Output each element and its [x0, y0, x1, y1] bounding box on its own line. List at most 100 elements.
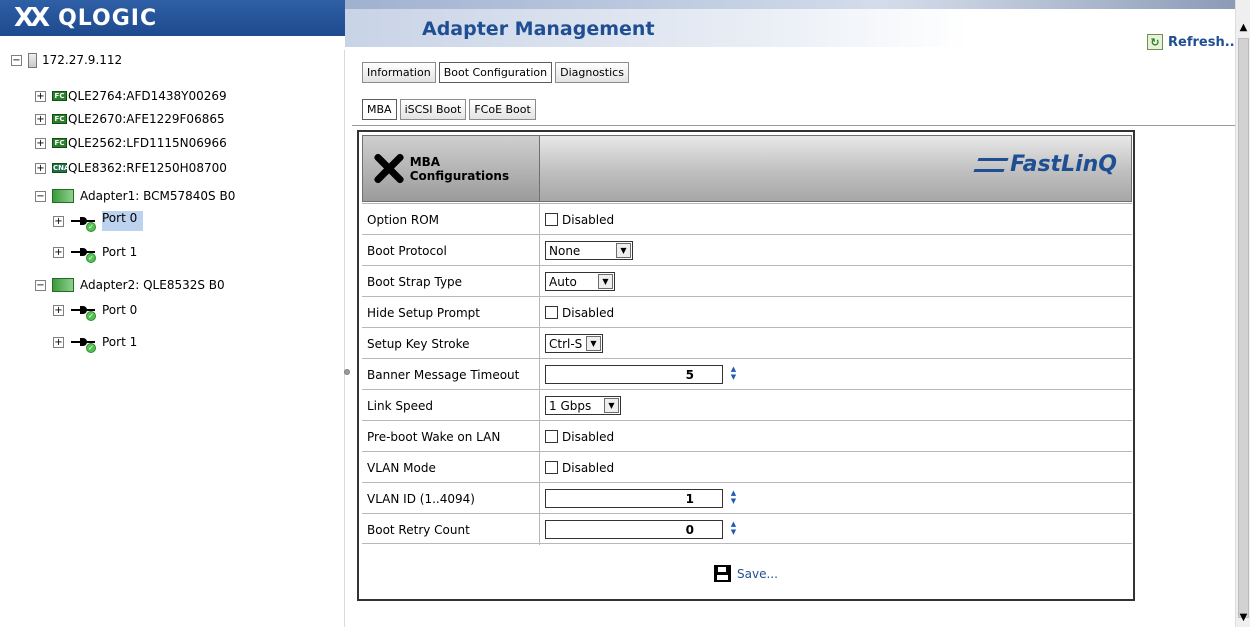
tree-adapter-2[interactable]: + FC QLE2670:AFE1229F06865: [35, 109, 225, 129]
top-bar: XX QLOGIC Adapter Management ↻ Refresh..…: [0, 0, 1250, 50]
wrench-screwdriver-icon: [369, 150, 406, 188]
vlan-mode-label: VLAN Mode: [362, 452, 540, 483]
boot-protocol-select[interactable]: None ▼: [545, 241, 633, 260]
expand-icon[interactable]: +: [53, 215, 64, 227]
boot-strap-type-label: Boot Strap Type: [362, 266, 540, 297]
banner-message-timeout-label: Banner Message Timeout: [362, 359, 540, 390]
tree-adapter-3[interactable]: + FC QLE2562:LFD1115N06966: [35, 133, 227, 153]
panel-collapse-handle[interactable]: [344, 369, 350, 375]
collapse-icon[interactable]: −: [35, 279, 46, 291]
subtab-mba[interactable]: MBA: [362, 99, 397, 120]
boot-strap-type-select[interactable]: Auto ▼: [545, 272, 615, 291]
config-header: MBA Configurations FastLinQ: [362, 135, 1132, 202]
adapter-card-icon: [52, 189, 74, 203]
spin-down-icon[interactable]: ▼: [727, 528, 740, 537]
row-vlan-mode: VLAN Mode Disabled: [362, 451, 1132, 483]
chevron-down-icon[interactable]: ▼: [604, 398, 619, 413]
banner-message-timeout-spinner[interactable]: ▲ ▼: [727, 364, 740, 383]
expand-icon[interactable]: +: [35, 90, 46, 102]
preboot-wol-checkbox-group[interactable]: Disabled: [545, 430, 614, 444]
vlan-id-spinner[interactable]: ▲ ▼: [727, 488, 740, 507]
boot-protocol-label: Boot Protocol: [362, 235, 540, 266]
row-setup-key-stroke: Setup Key Stroke Ctrl-S ▼: [362, 327, 1132, 359]
tree-adapter-1[interactable]: + FC QLE2764:AFD1438Y00269: [35, 86, 227, 106]
expand-icon[interactable]: +: [53, 304, 64, 316]
spin-up-icon[interactable]: ▲: [727, 364, 740, 373]
vlan-id-label: VLAN ID (1..4094): [362, 483, 540, 514]
scroll-up-icon[interactable]: ▲: [1236, 20, 1250, 35]
save-disk-icon: [714, 565, 731, 582]
mba-config-panel: MBA Configurations FastLinQ Option ROM D…: [357, 130, 1135, 601]
expand-icon[interactable]: +: [53, 336, 64, 348]
title-stripe: [345, 0, 1235, 9]
tab-boot-configuration[interactable]: Boot Configuration: [438, 62, 553, 83]
tree-adapter2-port0[interactable]: + ✓ Port 0: [53, 300, 138, 321]
link-speed-select[interactable]: 1 Gbps ▼: [545, 396, 621, 415]
tree-adapter-label: QLE2670:AFE1229F06865: [68, 112, 225, 126]
tree-adapter-label: QLE8362:RFE1250H08700: [68, 161, 227, 175]
spin-up-icon[interactable]: ▲: [727, 488, 740, 497]
row-boot-strap-type: Boot Strap Type Auto ▼: [362, 265, 1132, 297]
expand-icon[interactable]: +: [53, 246, 64, 258]
tree-port-label: Port 1: [102, 245, 138, 259]
collapse-icon[interactable]: −: [35, 190, 46, 202]
tree-root[interactable]: − 172.27.9.112: [11, 50, 122, 70]
tree-adapter1-port0[interactable]: + ✓ Port 0: [53, 211, 144, 232]
expand-icon[interactable]: +: [35, 162, 46, 174]
scroll-down-icon[interactable]: ▼: [1236, 610, 1250, 625]
tree-adapter2-label: Adapter2: QLE8532S B0: [80, 278, 225, 292]
refresh-button[interactable]: ↻ Refresh...: [1147, 34, 1240, 50]
spin-down-icon[interactable]: ▼: [727, 373, 740, 382]
scrollbar-thumb[interactable]: [1238, 38, 1249, 618]
page-title: Adapter Management: [422, 18, 655, 40]
logo: XX QLOGIC: [0, 0, 345, 36]
row-banner-message-timeout: Banner Message Timeout 5 ▲ ▼: [362, 358, 1132, 390]
row-vlan-id: VLAN ID (1..4094) 1 ▲ ▼: [362, 482, 1132, 514]
save-button[interactable]: Save...: [714, 565, 778, 582]
hide-setup-prompt-label: Hide Setup Prompt: [362, 297, 540, 328]
collapse-icon[interactable]: −: [11, 54, 22, 66]
boot-retry-count-spinner[interactable]: ▲ ▼: [727, 519, 740, 538]
chevron-down-icon[interactable]: ▼: [586, 336, 601, 351]
tree-port-label: Port 0: [102, 303, 138, 317]
tab-information[interactable]: Information: [362, 62, 436, 83]
expand-icon[interactable]: +: [35, 113, 46, 125]
tree-adapter2-node[interactable]: − Adapter2: QLE8532S B0: [35, 275, 225, 295]
option-rom-label: Option ROM: [362, 204, 540, 235]
tree-adapter-label: QLE2764:AFD1438Y00269: [68, 89, 227, 103]
tree-adapter1-port1[interactable]: + ✓ Port 1: [53, 242, 138, 263]
hide-setup-prompt-checkbox[interactable]: [545, 306, 558, 319]
subtab-iscsi-boot[interactable]: iSCSI Boot: [399, 99, 467, 120]
spin-up-icon[interactable]: ▲: [727, 519, 740, 528]
boot-retry-count-input[interactable]: 0 ▲ ▼: [545, 520, 736, 539]
fc-chip-icon: FC: [52, 114, 67, 124]
tree-adapter1-node[interactable]: − Adapter1: BCM57840S B0: [35, 186, 235, 206]
tab-diagnostics[interactable]: Diagnostics: [555, 62, 629, 83]
chevron-down-icon[interactable]: ▼: [616, 243, 631, 258]
hide-setup-prompt-checkbox-group[interactable]: Disabled: [545, 306, 614, 320]
port-icon: ✓: [70, 301, 98, 321]
tree-adapter2-port1[interactable]: + ✓ Port 1: [53, 332, 137, 353]
vlan-id-input[interactable]: 1 ▲ ▼: [545, 489, 736, 508]
tree-adapter1-label: Adapter1: BCM57840S B0: [80, 189, 236, 203]
row-boot-retry-count: Boot Retry Count 0 ▲ ▼: [362, 513, 1132, 545]
fastlinq-logo-text: FastLinQ: [1010, 152, 1117, 177]
preboot-wol-checkbox[interactable]: [545, 430, 558, 443]
chevron-down-icon[interactable]: ▼: [598, 274, 613, 289]
adapter-card-icon: [52, 278, 74, 292]
port-icon: ✓: [70, 333, 98, 353]
vlan-mode-checkbox-group[interactable]: Disabled: [545, 461, 614, 475]
subtab-fcoe-boot[interactable]: FCoE Boot: [469, 99, 536, 120]
config-header-title: MBA Configurations: [409, 154, 510, 183]
vertical-scrollbar[interactable]: ▲ ▼: [1235, 0, 1250, 627]
option-rom-checkbox-group[interactable]: Disabled: [545, 213, 614, 227]
banner-message-timeout-input[interactable]: 5 ▲ ▼: [545, 365, 736, 384]
boot-strap-type-value: Auto: [549, 274, 577, 289]
tree-adapter-4[interactable]: + CNA QLE8362:RFE1250H08700: [35, 158, 227, 178]
vlan-mode-checkbox[interactable]: [545, 461, 558, 474]
option-rom-checkbox[interactable]: [545, 213, 558, 226]
spin-down-icon[interactable]: ▼: [727, 497, 740, 506]
expand-icon[interactable]: +: [35, 137, 46, 149]
boot-protocol-value: None: [549, 243, 581, 258]
setup-key-stroke-select[interactable]: Ctrl-S ▼: [545, 334, 603, 353]
